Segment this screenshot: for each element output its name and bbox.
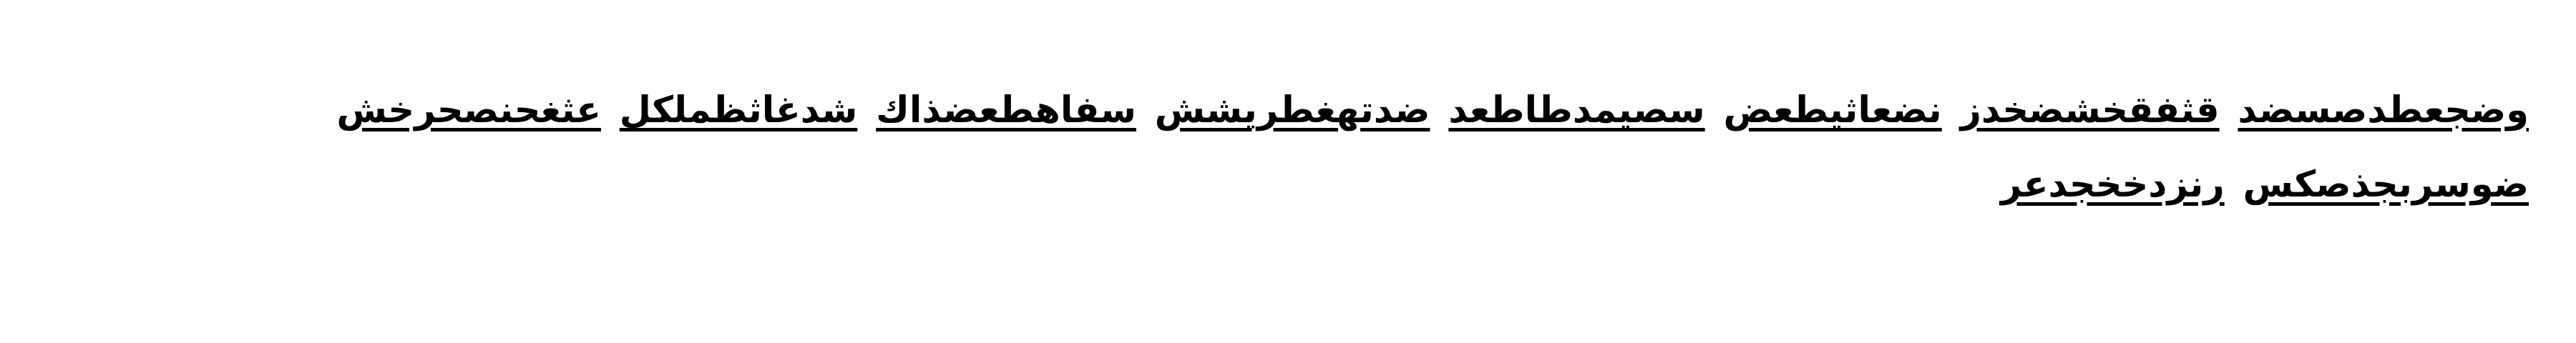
document-page: وضجعطدصسضد قثفقخشضخدز نضعاثيطعض سصيمدطاط…: [0, 0, 2576, 343]
word: سصيمدطاطعد: [1448, 89, 1705, 131]
paragraph: وضجعطدصسضد قثفقخشضخدز نضعاثيطعض سصيمدطاط…: [215, 74, 2529, 222]
word: قثفقخشضخدز: [1960, 89, 2220, 131]
word: وضجعطدصسضد: [2238, 89, 2529, 131]
word: شدغاثظملكل: [619, 89, 858, 131]
word: عثغحنصحرخش: [336, 89, 601, 131]
word: سفاهطعضذاك: [876, 89, 1136, 131]
word: ضوسربجذصكس: [2243, 164, 2529, 206]
word: رنزدخخجدعر: [2000, 164, 2225, 206]
word: نضعاثيطعض: [1723, 89, 1942, 131]
word: ضدتهغطريشش: [1154, 89, 1430, 131]
